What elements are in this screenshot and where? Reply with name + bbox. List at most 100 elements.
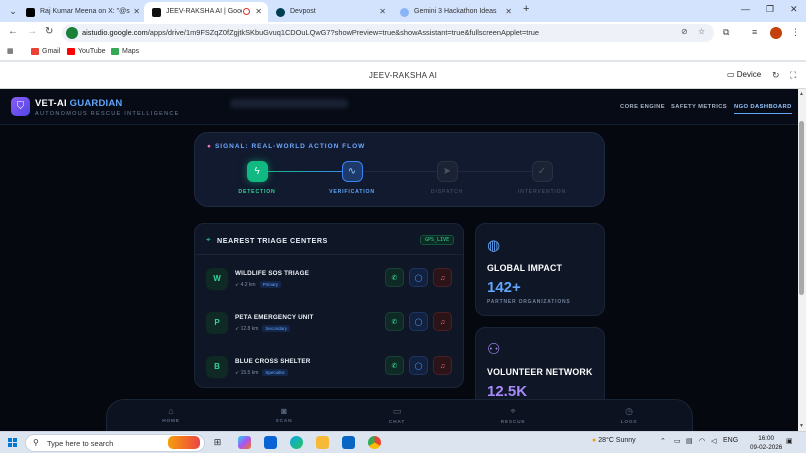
news-widget-icon[interactable] (168, 436, 200, 449)
center-avatar: P (206, 312, 228, 334)
nav-safety-metrics[interactable]: SAFETY METRICS (671, 104, 727, 110)
edge-browser-icon[interactable] (290, 436, 303, 449)
triage-centers-card: ⌖ NEAREST TRIAGE CENTERS GPS_LIVE W WILD… (194, 223, 464, 388)
volume-icon[interactable]: ◁ (711, 437, 716, 445)
nav-home[interactable]: ⌂ HOME (141, 406, 201, 424)
bookmark-gmail[interactable]: Gmail (31, 47, 60, 57)
address-bar[interactable]: aistudio.google.com/apps/drive/1m9FSZqZ0… (62, 24, 714, 42)
wifi-icon[interactable]: ◠ (699, 437, 705, 445)
alert-button[interactable]: ♫ (433, 312, 452, 331)
youtube-icon (67, 47, 75, 55)
chevron-up-icon[interactable]: ⌃ (660, 437, 666, 445)
browser-tab[interactable]: Gemini 3 Hackathon Ideas ✕ (392, 2, 518, 22)
apps-grid-icon[interactable]: ▦ (7, 47, 14, 57)
menu-kebab-icon[interactable]: ⋮ (791, 27, 800, 38)
nav-ngo-dashboard[interactable]: NGO DASHBOARD (734, 104, 792, 114)
nav-rescue[interactable]: ⌖ RESCUE (483, 406, 543, 425)
reload-icon[interactable]: ↻ (45, 26, 53, 37)
global-impact-card: ◍ GLOBAL IMPACT 142+ PARTNER ORGANIZATIO… (475, 223, 605, 316)
browser-tab-active[interactable]: JEEV-RAKSHA AI | Google A ✕ (144, 2, 268, 22)
forward-arrow-icon[interactable]: → (27, 26, 37, 37)
file-explorer-icon[interactable] (316, 436, 329, 449)
alert-button[interactable]: ♫ (433, 356, 452, 375)
eye-off-icon[interactable]: ⊘ (681, 27, 688, 36)
media-icon[interactable]: ≡ (752, 27, 757, 37)
center-distance: 12.8 km (240, 326, 259, 332)
gps-live-badge: GPS_LIVE (420, 235, 455, 245)
device-icon: ▭ (727, 70, 737, 79)
home-icon: ⌂ (168, 406, 174, 416)
battery-icon: ▭ (674, 438, 681, 445)
close-tab-icon[interactable]: ✕ (379, 2, 386, 22)
triage-header: ⌖ NEAREST TRIAGE CENTERS GPS_LIVE (195, 224, 463, 255)
windows-start-icon[interactable] (8, 438, 18, 448)
copilot-icon[interactable] (238, 436, 251, 449)
bookmark-maps[interactable]: Maps (111, 47, 139, 57)
close-tab-icon[interactable]: ✕ (505, 2, 512, 22)
device-button[interactable]: ▭ Device (727, 70, 761, 79)
page-scrollbar[interactable]: ▲ ▼ (798, 89, 806, 431)
call-button[interactable]: ✆ (385, 268, 404, 287)
task-view-icon[interactable]: ⊞ (211, 436, 224, 449)
extensions-icon[interactable]: ⧉ (723, 27, 729, 38)
weather-widget[interactable]: ● 28°C Sunny (592, 437, 636, 444)
search-icon: ⚲ (33, 438, 39, 447)
notification-icon[interactable]: ▣ (786, 437, 793, 445)
sun-icon: ● (592, 437, 597, 444)
step-intervention: ✓ INTERVENTION (502, 161, 582, 195)
url-host: aistudio.google.com (82, 28, 148, 37)
clock[interactable]: 16:00 09-02-2026 (750, 434, 782, 452)
list-item: P PETA EMERGENCY UNIT ➶ 12.8 km Secondary… (195, 301, 463, 345)
call-button[interactable]: ✆ (385, 312, 404, 331)
triage-title: NEAREST TRIAGE CENTERS (217, 236, 328, 245)
back-arrow-icon[interactable]: ← (8, 26, 18, 37)
browser-tab[interactable]: Devpost ✕ (268, 2, 392, 22)
nav-core-engine[interactable]: CORE ENGINE (620, 104, 665, 110)
close-tab-icon[interactable]: ✕ (133, 2, 140, 22)
new-tab-plus-icon[interactable]: + (523, 3, 529, 15)
center-name: BLUE CROSS SHELTER (235, 358, 311, 365)
nav-scan[interactable]: ◙ SCAN (254, 406, 314, 424)
chrome-icon[interactable] (368, 436, 381, 449)
bookmark-youtube[interactable]: YouTube (67, 47, 106, 57)
nav-logs[interactable]: ◷ LOGS (599, 406, 659, 425)
step-detection: ϟ DETECTION (217, 161, 297, 195)
scroll-thumb[interactable] (799, 121, 804, 295)
alert-button[interactable]: ♫ (433, 268, 452, 287)
linkedin-icon[interactable] (342, 436, 355, 449)
center-avatar: W (206, 268, 228, 290)
mail-icon[interactable] (264, 436, 277, 449)
restore-icon[interactable]: ❐ (766, 4, 774, 15)
fullscreen-icon[interactable]: ⛶ (790, 70, 796, 81)
lang-indicator[interactable]: ENG (723, 437, 738, 444)
close-tab-icon[interactable]: ✕ (255, 2, 262, 22)
list-item: B BLUE CROSS SHELTER ➶ 15.5 km Specialist… (195, 345, 463, 387)
site-info-icon[interactable] (66, 27, 78, 39)
call-button[interactable]: ✆ (385, 356, 404, 375)
minimize-icon[interactable]: — (741, 4, 750, 14)
app-header: ⛉ VET-AI GUARDIAN AUTONOMOUS RESCUE INTE… (0, 89, 798, 125)
nav-chat[interactable]: ▭ CHAT (367, 406, 427, 425)
send-arrow-icon: ➤ (436, 161, 458, 182)
message-button[interactable]: ◯ (409, 356, 428, 375)
step-dispatch: ➤ DISPATCH (407, 161, 487, 195)
scroll-down-arrow-icon[interactable]: ▼ (799, 423, 804, 429)
studio-header: JEEV-RAKSHA AI ▭ Device ↻ ⛶ (0, 62, 806, 89)
blurred-region (230, 99, 348, 108)
profile-avatar[interactable] (770, 27, 782, 39)
bookmark-star-icon[interactable]: ☆ (698, 27, 705, 36)
close-window-icon[interactable]: ✕ (790, 4, 798, 15)
network-icon[interactable]: ▤ (686, 437, 693, 445)
refresh-icon[interactable]: ↻ (772, 70, 780, 81)
bell-icon: ♫ (439, 275, 446, 282)
stat-value: 142+ (487, 279, 521, 296)
browser-tab[interactable]: Raj Kumar Meena on X: "@sau ✕ (18, 2, 146, 22)
scroll-up-arrow-icon[interactable]: ▲ (799, 91, 804, 97)
list-item: W WILDLIFE SOS TRIAGE ➶ 4.2 km Primary ✆ … (195, 257, 463, 301)
center-name: PETA EMERGENCY UNIT (235, 314, 314, 321)
message-button[interactable]: ◯ (409, 268, 428, 287)
signal-icon: ● (207, 143, 212, 150)
message-button[interactable]: ◯ (409, 312, 428, 331)
studio-app-title: JEEV-RAKSHA AI (368, 71, 438, 80)
shield-logo-icon: ⛉ (11, 97, 30, 116)
